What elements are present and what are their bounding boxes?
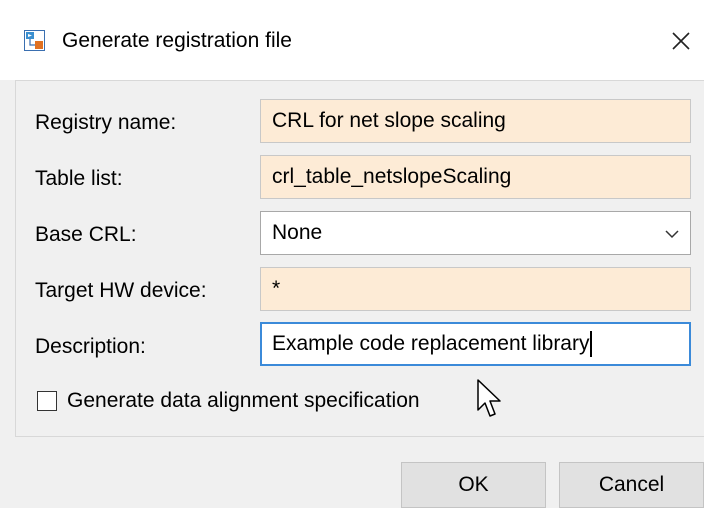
description-label: Description: <box>35 335 146 358</box>
table-list-field[interactable]: crl_table_netslopeScaling <box>260 155 691 199</box>
target-hw-device-field[interactable]: * <box>260 267 691 311</box>
text-caret <box>590 331 593 358</box>
mouse-pointer-icon <box>477 379 501 417</box>
chevron-down-icon <box>665 230 679 239</box>
description-field[interactable]: Example code replacement library <box>260 322 691 366</box>
data-alignment-checkbox-label: Generate data alignment specification <box>67 389 420 412</box>
data-alignment-checkbox-row[interactable]: Generate data alignment specification <box>37 386 537 416</box>
data-alignment-checkbox[interactable] <box>37 391 57 411</box>
table-list-label: Table list: <box>35 167 123 190</box>
simulink-app-icon <box>24 30 45 51</box>
base-crl-select[interactable]: None <box>260 211 691 255</box>
description-value: Example code replacement library <box>272 332 590 355</box>
target-hw-device-label: Target HW device: <box>35 279 207 302</box>
close-icon <box>672 32 690 50</box>
ok-button[interactable]: OK <box>401 462 546 508</box>
base-crl-label: Base CRL: <box>35 223 137 246</box>
registry-name-label: Registry name: <box>35 111 177 134</box>
registry-name-field[interactable]: CRL for net slope scaling <box>260 99 691 143</box>
base-crl-selected-value: None <box>272 221 323 244</box>
cancel-button[interactable]: Cancel <box>559 462 704 508</box>
close-button[interactable] <box>664 24 698 58</box>
title-bar: Generate registration file <box>0 0 704 80</box>
window-title: Generate registration file <box>62 29 292 52</box>
generate-registration-dialog: Generate registration file Registry name… <box>0 0 704 508</box>
